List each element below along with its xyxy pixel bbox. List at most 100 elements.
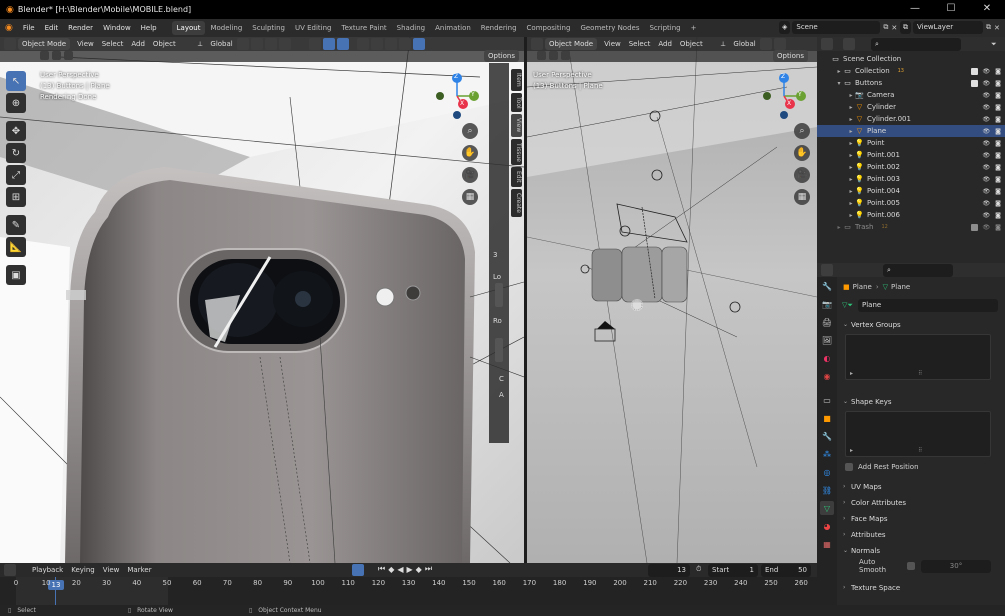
delete-view-layer-icon[interactable]: ✕	[994, 24, 1000, 32]
chevron-right-icon[interactable]: ▸	[847, 128, 855, 135]
panel-face-maps[interactable]: › Face Maps	[839, 511, 1005, 526]
outliner-row[interactable]: ▸ 💡 Point 👁 ◙	[817, 137, 1005, 149]
scene-tab-icon[interactable]: ◐	[820, 351, 834, 365]
scene-icon[interactable]: ◈	[779, 21, 791, 34]
list-resize-icon[interactable]: ⠿	[918, 370, 922, 377]
auto-smooth-checkbox[interactable]	[907, 562, 915, 570]
zoom-icon[interactable]: ⌕	[462, 123, 478, 139]
outliner-row[interactable]: ▸ 💡 Point.006 👁 ◙	[817, 209, 1005, 221]
menu-select[interactable]: Select	[625, 40, 655, 48]
visibility-eye-icon[interactable]: 👁	[983, 188, 991, 195]
perspective-grid-icon[interactable]: ▦	[794, 189, 810, 205]
properties-editor-icon[interactable]	[821, 264, 833, 276]
render-camera-icon[interactable]: ◙	[995, 164, 1001, 171]
render-camera-icon[interactable]: ◙	[995, 104, 1001, 111]
chevron-right-icon[interactable]: ▸	[847, 92, 855, 99]
filter-icon[interactable]: ⏷	[991, 40, 997, 49]
mode-select[interactable]: Object Mode	[18, 38, 71, 50]
chevron-right-icon[interactable]: ▸	[847, 152, 855, 159]
render-camera-icon[interactable]: ◙	[995, 224, 1001, 231]
outliner-row[interactable]: ▸ 📷 Camera 👁 ◙	[817, 89, 1005, 101]
orientation-select[interactable]: Global	[729, 40, 759, 48]
visibility-eye-icon[interactable]: 👁	[983, 128, 991, 135]
panel-texture-space[interactable]: › Texture Space	[839, 580, 1005, 595]
chevron-down-icon[interactable]: ▾	[835, 80, 843, 87]
stopwatch-icon[interactable]: ⏱	[696, 565, 701, 574]
visibility-icon[interactable]	[308, 38, 321, 50]
mesh-data-tab-icon[interactable]: ▽	[820, 501, 834, 515]
menu-render[interactable]: Render	[63, 19, 98, 37]
select-box-tool-icon[interactable]: ↖	[6, 71, 26, 91]
options-button[interactable]: Options	[484, 50, 520, 62]
snap-icon[interactable]	[773, 38, 786, 50]
world-tab-icon[interactable]: ◉	[820, 369, 834, 383]
new-scene-icon[interactable]: ⧉	[883, 23, 888, 32]
start-frame-field[interactable]: Start 1	[708, 564, 758, 577]
measure-tool-icon[interactable]: 📐	[6, 237, 26, 257]
menu-select[interactable]: Select	[98, 40, 128, 48]
select-extend-icon[interactable]	[52, 51, 61, 60]
navigation-gizmo[interactable]: Z Y X	[759, 71, 809, 121]
outliner-row[interactable]: ▸ 💡 Point.002 👁 ◙	[817, 161, 1005, 173]
render-camera-icon[interactable]: ◙	[995, 68, 1001, 75]
xray-icon[interactable]	[356, 38, 369, 50]
options-button[interactable]: Options	[773, 50, 809, 62]
transform-orientation-icon[interactable]: ⟂	[194, 40, 207, 49]
outliner-row[interactable]: ▸ ▽ Plane 👁 ◙	[817, 125, 1005, 137]
render-camera-icon[interactable]: ◙	[995, 152, 1001, 159]
tab-sculpting[interactable]: Sculpting	[247, 21, 290, 35]
pan-hand-icon[interactable]: ✋	[794, 145, 810, 161]
modifier-tab-icon[interactable]: 🔧	[820, 429, 834, 443]
outliner-row[interactable]: ▸ 💡 Point.004 👁 ◙	[817, 185, 1005, 197]
shading-material-icon[interactable]	[398, 38, 411, 50]
blender-menu-icon[interactable]: ◉	[0, 23, 18, 33]
menu-timeline-view[interactable]: View	[99, 566, 124, 574]
tab-animation[interactable]: Animation	[430, 21, 476, 35]
chevron-right-icon[interactable]: ▸	[847, 188, 855, 195]
minimize-button[interactable]: —	[897, 0, 933, 19]
exclude-checkbox[interactable]	[970, 79, 978, 87]
tab-create[interactable]: Create	[511, 189, 522, 218]
chevron-right-icon[interactable]: ▸	[847, 176, 855, 183]
proportional-edit-icon[interactable]	[264, 38, 277, 50]
mesh-data-icon[interactable]: ▽⏷	[842, 301, 853, 310]
visibility-eye-icon[interactable]: 👁	[983, 80, 991, 87]
orientation-select[interactable]: Global	[206, 40, 236, 48]
shape-keys-list[interactable]: ▸ ⠿	[845, 411, 991, 457]
chevron-right-icon[interactable]: ▸	[835, 224, 843, 231]
menu-playback[interactable]: Playback	[28, 566, 67, 574]
visibility-eye-icon[interactable]: 👁	[983, 140, 991, 147]
visibility-eye-icon[interactable]: 👁	[983, 164, 991, 171]
navigation-gizmo[interactable]: Z Y X	[432, 71, 482, 121]
panel-vertex-groups[interactable]: ⌄ Vertex Groups	[839, 317, 1005, 332]
cursor-tool-icon[interactable]: ⊕	[6, 93, 26, 113]
visibility-eye-icon[interactable]: 👁	[983, 212, 991, 219]
collection-tab-icon[interactable]: ▭	[820, 393, 834, 407]
chevron-right-icon[interactable]: ▸	[847, 200, 855, 207]
falloff-icon[interactable]	[278, 38, 291, 50]
tab-scripting[interactable]: Scripting	[644, 21, 685, 35]
tab-shading[interactable]: Shading	[392, 21, 430, 35]
select-subtract-icon[interactable]	[561, 51, 570, 60]
visibility-eye-icon[interactable]: 👁	[983, 152, 991, 159]
exclude-checkbox[interactable]	[970, 223, 978, 231]
texture-tab-icon[interactable]: ▦	[820, 537, 834, 551]
select-box-mode-icon[interactable]	[537, 51, 546, 60]
visibility-eye-icon[interactable]: 👁	[983, 200, 991, 207]
tab-tool[interactable]: Tool	[511, 92, 522, 113]
object-tab-icon[interactable]: ■	[820, 411, 834, 425]
prev-keyframe-icon[interactable]: ◆	[388, 565, 394, 574]
maximize-button[interactable]: ☐	[933, 0, 969, 19]
physics-tab-icon[interactable]: ◎	[820, 465, 834, 479]
end-frame-field[interactable]: End 50	[761, 564, 811, 577]
render-camera-icon[interactable]: ◙	[995, 140, 1001, 147]
tab-rendering[interactable]: Rendering	[476, 21, 522, 35]
render-camera-icon[interactable]: ◙	[995, 92, 1001, 99]
visibility-eye-icon[interactable]: 👁	[983, 224, 991, 231]
delete-scene-icon[interactable]: ✕	[891, 24, 897, 32]
tab-compositing[interactable]: Compositing	[522, 21, 576, 35]
outliner-row[interactable]: ▸ ▽ Cylinder 👁 ◙	[817, 101, 1005, 113]
tab-layout[interactable]: Layout	[171, 21, 206, 35]
shading-rendered-icon[interactable]	[412, 38, 425, 50]
n-panel-label-a[interactable]: A	[499, 391, 509, 399]
